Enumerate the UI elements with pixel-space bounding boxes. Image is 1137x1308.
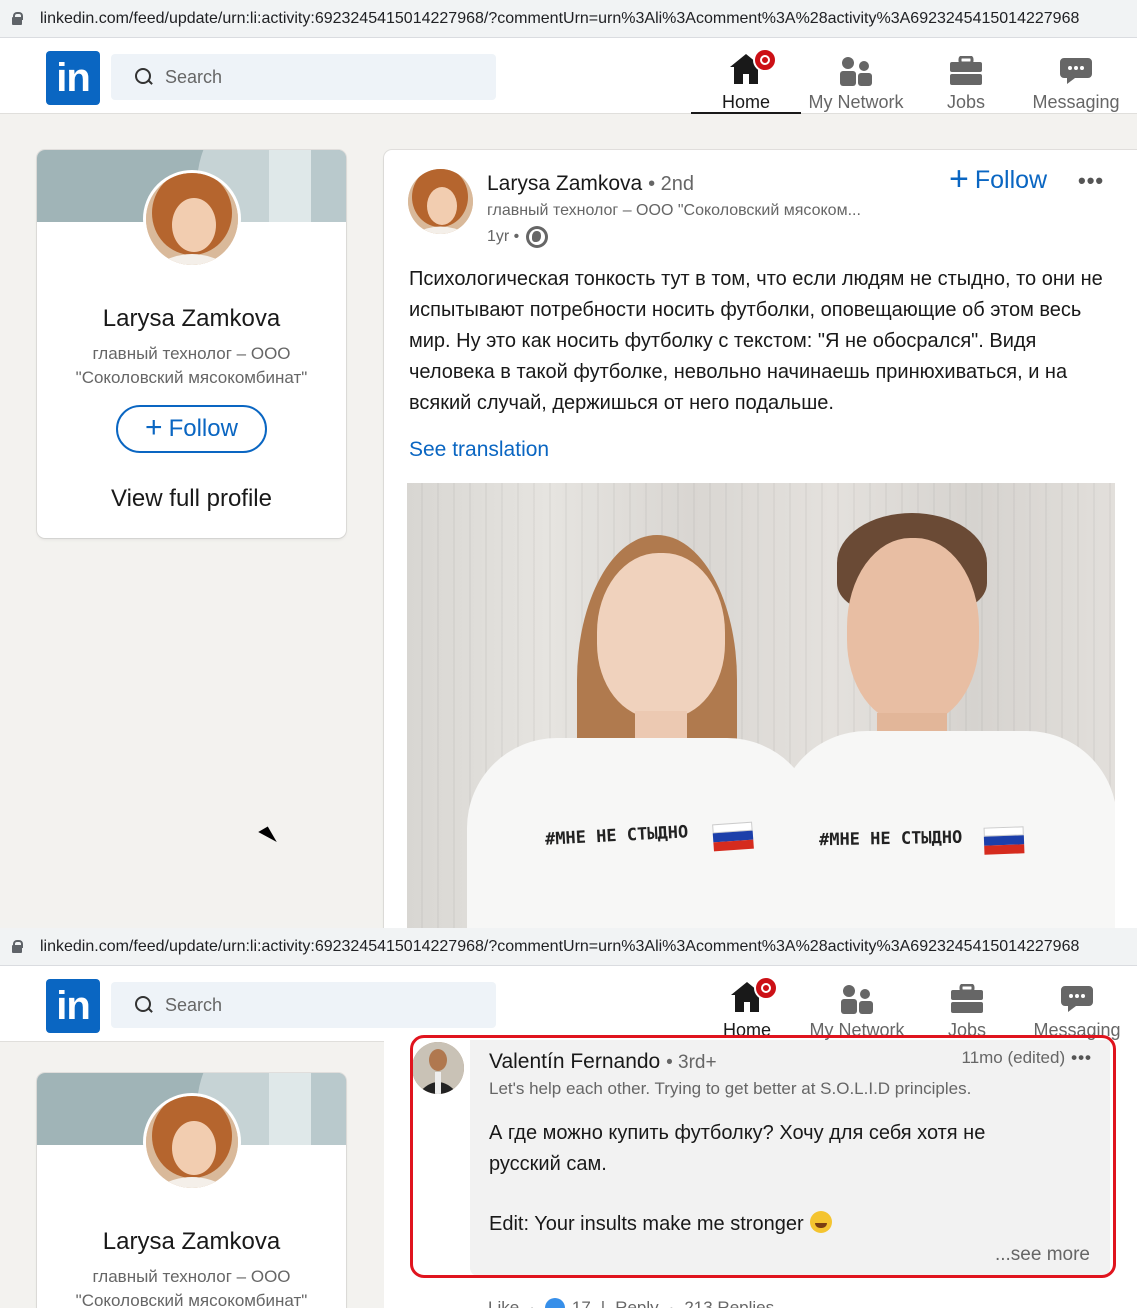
network-icon: [802, 974, 912, 1014]
url-text[interactable]: linkedin.com/feed/update/urn:li:activity…: [40, 938, 1079, 956]
post-author-text: Larysa Zamkova: [487, 172, 643, 195]
nav-messaging[interactable]: Messaging: [1027, 966, 1127, 1042]
post-author-headline: главный технолог – ООО "Соколовский мясо…: [487, 202, 861, 219]
profile-headline: главный технолог – ООО "Соколовский мясо…: [75, 1267, 308, 1308]
comment-text: А где можно купить футболку? Хочу для се…: [489, 1122, 986, 1175]
plus-icon: +: [145, 410, 163, 444]
commenter-avatar[interactable]: [412, 1042, 464, 1094]
mouse-cursor-icon: [258, 826, 277, 848]
address-bar[interactable]: linkedin.com/feed/update/urn:li:activity…: [0, 0, 1137, 38]
comment-actions: Like · 17 | Reply · 213 Replies: [488, 1298, 774, 1308]
profile-name[interactable]: Larysa Zamkova: [37, 1228, 346, 1256]
nav-home[interactable]: Home: [691, 38, 801, 114]
profile-card: Larysa Zamkova главный технолог – ООО "С…: [37, 1073, 346, 1308]
nav-jobs-label: Jobs: [946, 92, 986, 112]
laughing-emoji-icon: [809, 1211, 832, 1233]
post-time-text: 1yr •: [487, 228, 520, 245]
profile-card: Larysa Zamkova главный технолог – ООО "С…: [37, 150, 346, 538]
post-image[interactable]: #МНЕ НЕ СТЫДНО #МНЕ НЕ СТЫДНО: [407, 483, 1115, 928]
lock-icon: [12, 940, 23, 953]
view-full-profile-link[interactable]: View full profile: [37, 485, 346, 513]
comment-edit-note: Edit: Your insults make me stronger: [489, 1211, 832, 1236]
comment-thread: Valentín Fernando • 3rd+ 11mo (edited) ••…: [384, 1040, 1137, 1308]
comment-timestamp: 11mo (edited): [961, 1048, 1066, 1067]
plus-icon: +: [949, 160, 969, 198]
screenshot-top: linkedin.com/feed/update/urn:li:activity…: [0, 0, 1137, 928]
network-icon: [801, 46, 911, 86]
see-more-link[interactable]: ...see more: [995, 1244, 1090, 1266]
see-translation-link[interactable]: See translation: [409, 438, 549, 462]
nav-home-label: Home: [722, 1020, 771, 1040]
nav-home[interactable]: Home: [692, 966, 802, 1042]
profile-name[interactable]: Larysa Zamkova: [37, 305, 346, 333]
briefcase-icon: [922, 974, 1012, 1014]
commenter-name-text: Valentín Fernando: [489, 1050, 661, 1073]
messaging-icon: [1027, 974, 1127, 1014]
post-body: Психологическая тонкость тут в том, что …: [409, 268, 1103, 414]
search-bar[interactable]: [111, 982, 496, 1028]
nav-home-label: Home: [721, 92, 770, 112]
url-text[interactable]: linkedin.com/feed/update/urn:li:activity…: [40, 10, 1079, 28]
nav-messaging-label: Messaging: [1033, 1020, 1121, 1040]
connection-degree: • 2nd: [648, 173, 695, 195]
profile-headline: главный технолог – ООО "Соколовский мясо…: [75, 344, 308, 387]
search-input[interactable]: [165, 66, 485, 88]
globe-icon: [526, 226, 549, 248]
comment-bubble: Valentín Fernando • 3rd+ 11mo (edited) ••…: [470, 1040, 1110, 1276]
linkedin-logo[interactable]: in: [46, 51, 100, 105]
global-nav: in Home My Network Jobs: [0, 38, 1137, 114]
post-timestamp: 1yr •: [487, 226, 549, 248]
follow-button[interactable]: + Follow: [116, 405, 267, 453]
flag-icon: [712, 821, 754, 852]
nav-my-network-label: My Network: [809, 1020, 905, 1040]
nav-jobs[interactable]: Jobs: [921, 38, 1011, 114]
search-icon: [135, 68, 153, 86]
global-nav: in Home My Network Jobs: [0, 966, 1137, 1042]
home-icon: [692, 974, 802, 1014]
post-author-name[interactable]: Larysa Zamkova • 2nd: [487, 172, 694, 196]
search-bar[interactable]: [111, 54, 496, 100]
messaging-icon: [1026, 46, 1126, 86]
screenshot-bottom: linkedin.com/feed/update/urn:li:activity…: [0, 928, 1137, 1308]
nav-my-network[interactable]: My Network: [801, 38, 911, 114]
lock-icon: [12, 12, 23, 25]
comment-meta: 11mo (edited) •••: [962, 1048, 1093, 1068]
flag-icon: [983, 826, 1025, 855]
search-icon: [135, 996, 153, 1014]
nav-jobs[interactable]: Jobs: [922, 966, 1012, 1042]
follow-button-label: Follow: [168, 415, 238, 442]
nav-my-network[interactable]: My Network: [802, 966, 912, 1042]
post-follow-button[interactable]: + Follow: [949, 160, 1048, 198]
nav-messaging[interactable]: Messaging: [1026, 38, 1126, 114]
post-card: Larysa Zamkova • 2nd главный технолог – …: [384, 150, 1137, 928]
nav-jobs-label: Jobs: [947, 1020, 987, 1040]
nav-messaging-label: Messaging: [1032, 92, 1120, 112]
nav-my-network-label: My Network: [808, 92, 904, 112]
like-reaction-icon: [544, 1298, 565, 1308]
linkedin-logo[interactable]: in: [46, 979, 100, 1033]
comment-edit-text: Edit: Your insults make me stronger: [489, 1213, 804, 1235]
like-button[interactable]: Like: [488, 1298, 519, 1308]
home-icon: [691, 46, 801, 86]
replies-count[interactable]: 213 Replies: [684, 1298, 774, 1308]
post-more-menu-icon[interactable]: •••: [1078, 168, 1104, 194]
profile-avatar[interactable]: [143, 170, 241, 268]
like-count[interactable]: 17: [572, 1298, 591, 1308]
post-author-avatar[interactable]: [408, 169, 473, 234]
commenter-name[interactable]: Valentín Fernando • 3rd+: [489, 1050, 717, 1074]
commenter-headline: Let's help each other. Trying to get bet…: [489, 1079, 972, 1098]
profile-avatar[interactable]: [143, 1093, 241, 1191]
comment-more-menu-icon[interactable]: •••: [1071, 1048, 1092, 1067]
shirt-slogan-right: #МНЕ НЕ СТЫДНО: [818, 827, 963, 851]
briefcase-icon: [921, 46, 1011, 86]
notification-badge: [754, 976, 778, 1000]
post-follow-label: Follow: [974, 166, 1048, 194]
notification-badge: [753, 48, 777, 72]
address-bar[interactable]: linkedin.com/feed/update/urn:li:activity…: [0, 928, 1137, 966]
connection-degree: • 3rd+: [666, 1052, 717, 1073]
reply-button[interactable]: Reply: [615, 1298, 658, 1308]
search-input[interactable]: [165, 994, 485, 1016]
